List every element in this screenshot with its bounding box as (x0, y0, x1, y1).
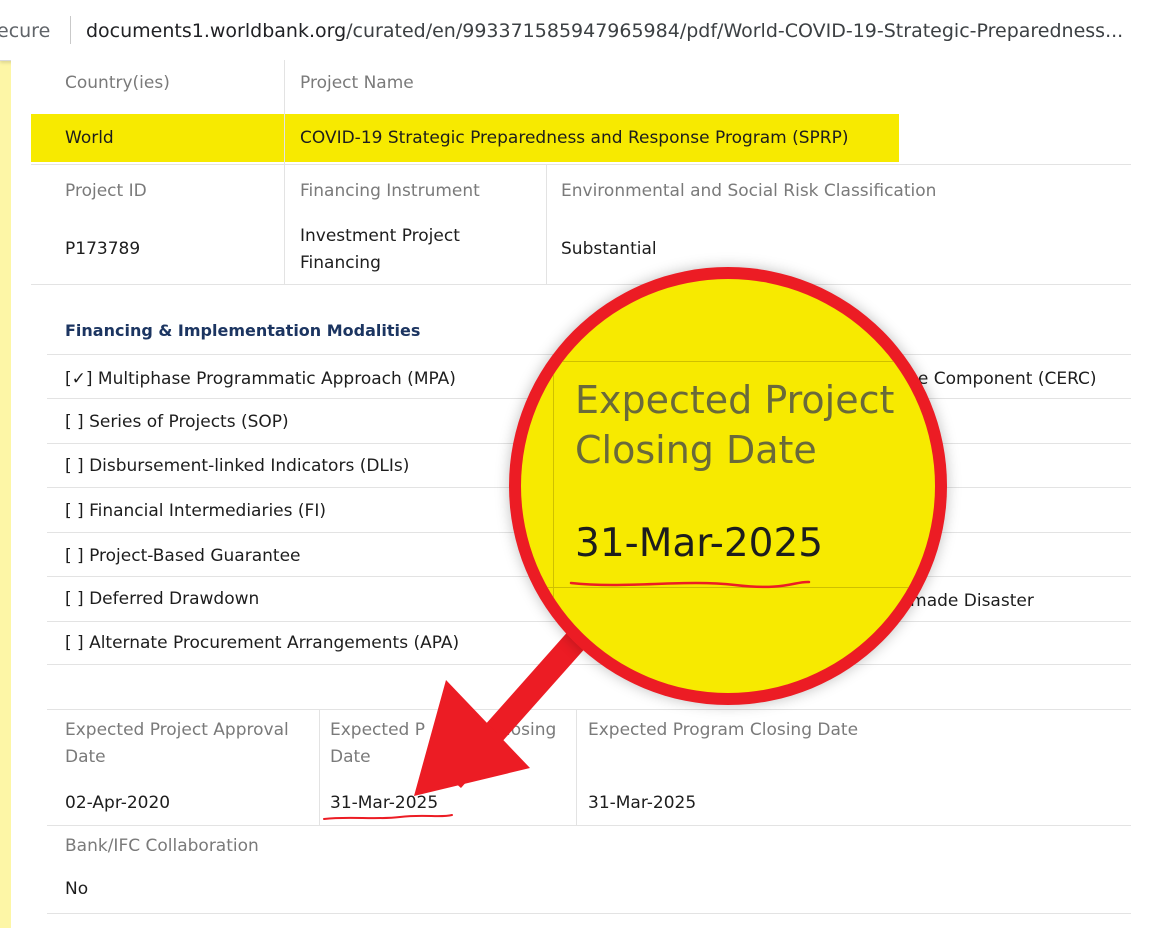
magnified-label-line1: Expected Project (575, 378, 895, 422)
project-id-value: P173789 (65, 239, 141, 259)
url-host: documents1.worldbank.org (86, 20, 347, 42)
financing-instrument-value-line2: Financing (300, 253, 381, 273)
modalities-title: Financing & Implementation Modalities (65, 321, 421, 340)
country-value: World (65, 128, 114, 148)
modality-item-disaster-fragment: -made Disaster (904, 591, 1034, 611)
url-path: /curated/en/993371585947965984/pdf/World… (346, 20, 1124, 42)
magnified-label-line2: Closing Date (575, 428, 817, 472)
collaboration-label: Bank/IFC Collaboration (65, 836, 259, 856)
country-label: Country(ies) (65, 73, 170, 93)
project-name-label: Project Name (300, 73, 414, 93)
table-divider (284, 164, 285, 284)
risk-label: Environmental and Social Risk Classifica… (561, 181, 937, 201)
modality-item-fi: [ ] Financial Intermediaries (FI) (65, 501, 326, 521)
modality-item-sop: [ ] Series of Projects (SOP) (65, 412, 289, 432)
address-bar[interactable]: ecure documents1.worldbank.org/curated/e… (0, 0, 1153, 61)
magnifier-callout: Expected Project Closing Date 31-Mar-202… (521, 279, 935, 693)
risk-value: Substantial (561, 239, 657, 259)
url-text[interactable]: documents1.worldbank.org/curated/en/9933… (86, 20, 1123, 42)
closing-date-label-line2: Date (330, 747, 371, 767)
approval-date-value: 02-Apr-2020 (65, 793, 171, 813)
modality-item-dli: [ ] Disbursement-linked Indicators (DLIs… (65, 456, 410, 476)
magnified-row-divider (521, 361, 935, 362)
magnified-closing-date-label: Expected Project Closing Date (575, 375, 915, 475)
magnified-closing-date-value: 31-Mar-2025 (575, 521, 824, 566)
address-bar-separator (70, 16, 71, 44)
row-divider (31, 284, 1131, 285)
magnified-table-divider (553, 279, 554, 693)
financing-instrument-value-line1: Investment Project (300, 226, 460, 246)
approval-date-label-line2: Date (65, 747, 106, 767)
magnified-red-underline (569, 580, 811, 589)
modality-item-guarantee: [ ] Project-Based Guarantee (65, 546, 301, 566)
table-divider (546, 164, 547, 284)
secure-indicator[interactable]: ecure (0, 20, 50, 42)
project-id-label: Project ID (65, 181, 147, 201)
row-divider (47, 913, 1131, 914)
modality-item-cerc-fragment: se Component (CERC) (909, 369, 1097, 389)
financing-instrument-label: Financing Instrument (300, 181, 480, 201)
row-divider (31, 164, 1131, 165)
row-divider (47, 825, 1131, 826)
red-underline-annotation (323, 814, 453, 820)
modality-item-deferred: [ ] Deferred Drawdown (65, 589, 260, 609)
approval-date-label-line1: Expected Project Approval (65, 720, 289, 740)
project-name-value: COVID-19 Strategic Preparedness and Resp… (300, 128, 849, 148)
table-divider (284, 60, 285, 164)
collaboration-value: No (65, 879, 89, 899)
modality-item-mpa: [✓] Multiphase Programmatic Approach (MP… (65, 369, 456, 389)
